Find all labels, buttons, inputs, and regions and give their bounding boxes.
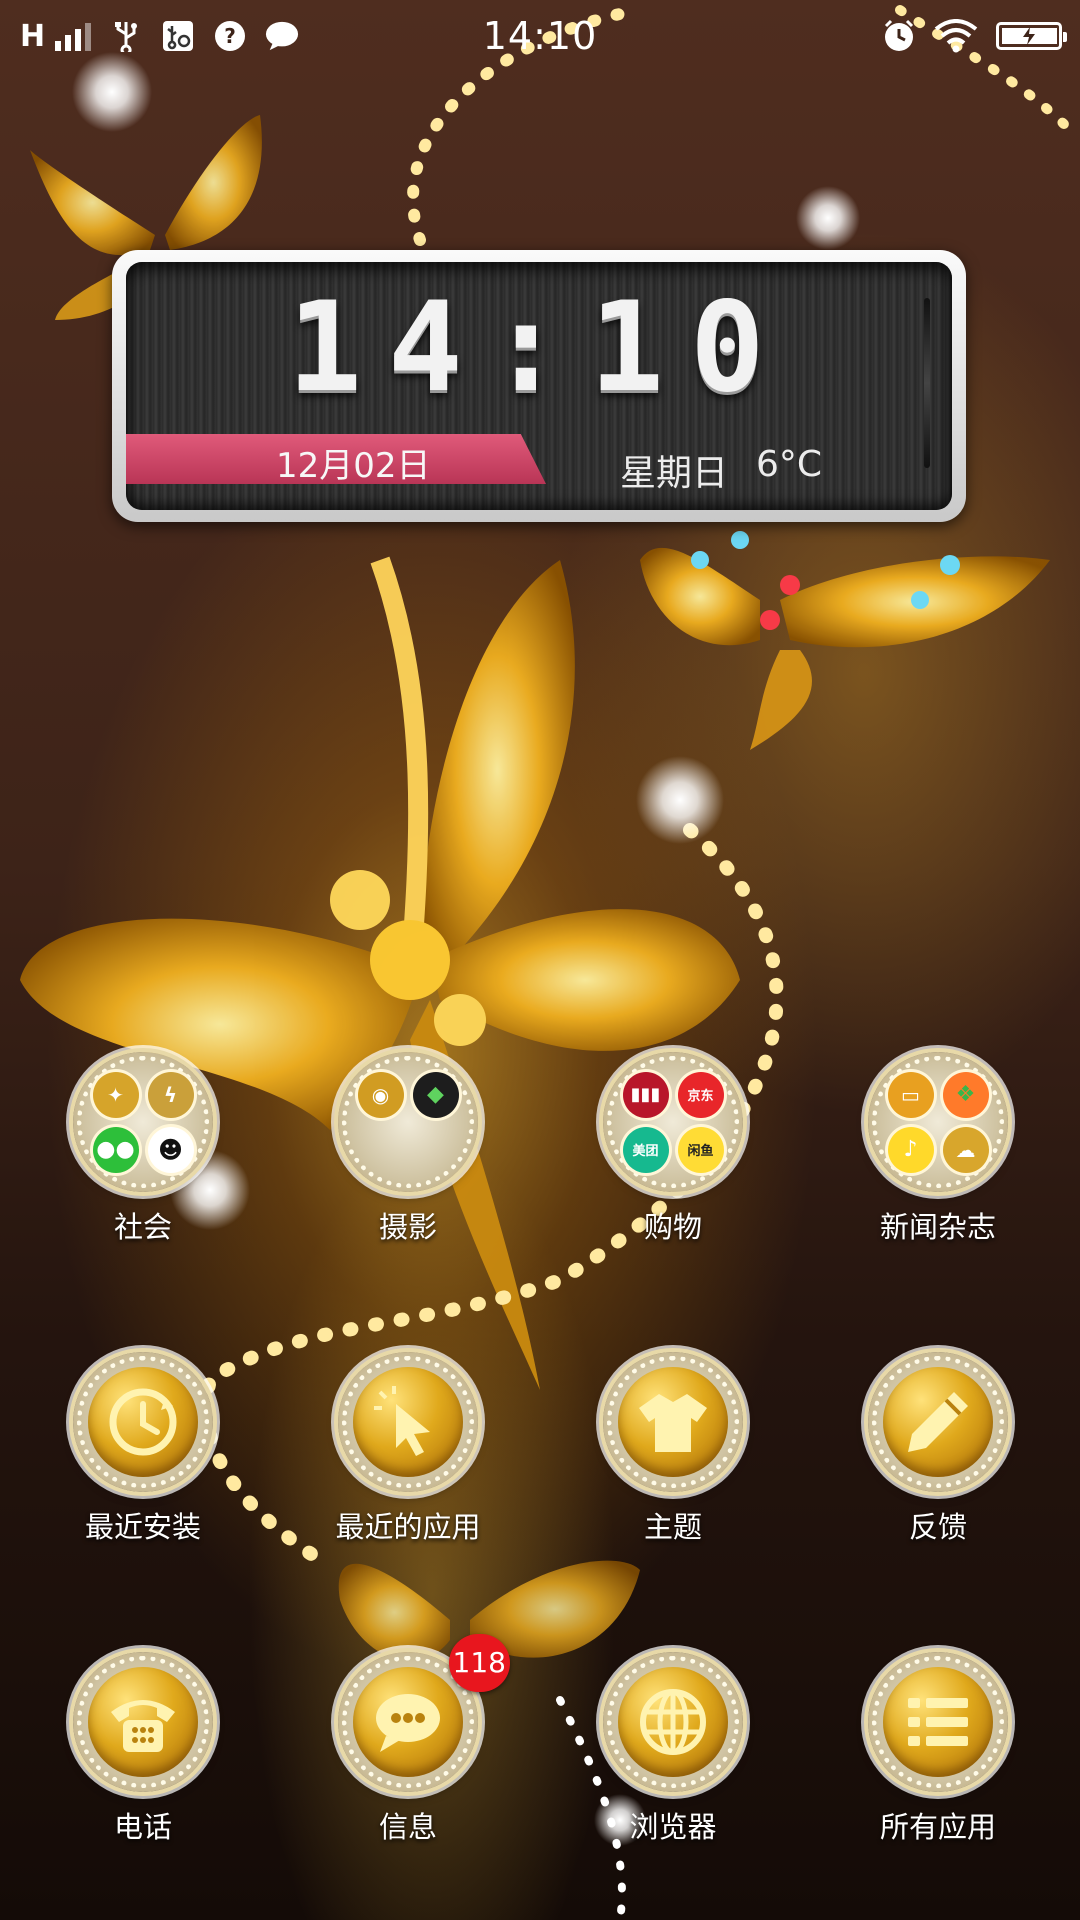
folder-photography[interactable]: ◉ ◆ 摄影 xyxy=(298,1052,518,1246)
tshirt-icon xyxy=(639,1394,707,1452)
widget-time[interactable]: 14:10 xyxy=(126,276,952,420)
chat-icon xyxy=(376,1694,440,1752)
music-app-icon: ♪ xyxy=(887,1126,934,1173)
wifi-icon xyxy=(934,19,978,53)
widget-weekday: 星期日 xyxy=(620,453,729,494)
barcode-app-icon: ▮▮▮ xyxy=(622,1071,669,1118)
clock-icon xyxy=(109,1388,177,1456)
app-messages[interactable]: 118 信息 xyxy=(298,1634,518,1846)
app-label: 电话 xyxy=(113,1810,172,1844)
folder-label: 新闻杂志 xyxy=(879,1210,996,1244)
list-icon xyxy=(908,1698,968,1746)
status-bar[interactable]: H ? 14:10 xyxy=(0,0,1080,72)
cursor-icon xyxy=(374,1386,430,1456)
folder-news-magazines[interactable]: ▭ ❖ ♪ ☁ 新闻杂志 xyxy=(828,1052,1048,1246)
phone-icon xyxy=(111,1700,175,1752)
app-recently-installed[interactable]: 最近安装 xyxy=(33,1352,253,1546)
widget-divider xyxy=(924,298,930,468)
folder-ring: ✦ ϟ ●● ☻ xyxy=(73,1052,213,1192)
app-label: 最近的应用 xyxy=(335,1510,481,1544)
magazine-app-icon: ❖ xyxy=(942,1071,989,1118)
folder-label: 摄影 xyxy=(378,1210,437,1244)
app-themes[interactable]: 主题 xyxy=(563,1352,783,1546)
folder-ring: ▮▮▮ 京东 美团 闲鱼 xyxy=(603,1052,743,1192)
app-feedback[interactable]: 反馈 xyxy=(828,1352,1048,1546)
folder-shopping[interactable]: ▮▮▮ 京东 美团 闲鱼 购物 xyxy=(563,1052,783,1246)
jeweled-butterfly xyxy=(640,531,1050,750)
tool-app-icon: ✦ xyxy=(92,1071,139,1118)
xianyu-app-icon: 闲鱼 xyxy=(677,1126,724,1173)
app-phone[interactable]: 电话 xyxy=(33,1652,253,1846)
app-label: 所有应用 xyxy=(879,1810,996,1844)
large-gold-butterfly xyxy=(20,556,740,1390)
app-label: 浏览器 xyxy=(629,1810,717,1844)
app-label: 信息 xyxy=(378,1810,437,1844)
app-label: 反馈 xyxy=(908,1510,967,1544)
jd-app-icon: 京东 xyxy=(677,1071,724,1118)
reader-app-icon: ▭ xyxy=(887,1071,934,1118)
app-browser[interactable]: 浏览器 xyxy=(563,1652,783,1846)
folder-ring: ▭ ❖ ♪ ☁ xyxy=(868,1052,1008,1192)
folder-label: 社会 xyxy=(113,1210,172,1244)
alarm-icon xyxy=(882,19,916,53)
app-label: 主题 xyxy=(643,1510,702,1544)
messenger-app-icon: ϟ xyxy=(147,1071,194,1118)
folder-ring: ◉ ◆ xyxy=(338,1052,478,1192)
wechat-app-icon: ●● xyxy=(92,1126,139,1173)
meituan-app-icon: 美团 xyxy=(622,1126,669,1173)
app-recent-apps[interactable]: 最近的应用 xyxy=(298,1352,518,1546)
widget-temperature[interactable]: 6°C xyxy=(756,444,822,485)
camera-app-icon: ◉ xyxy=(357,1071,404,1118)
unread-badge: 118 xyxy=(448,1634,510,1692)
snapseed-app-icon: ◆ xyxy=(412,1071,459,1118)
app-label: 最近安装 xyxy=(84,1510,201,1544)
globe-icon xyxy=(640,1689,706,1755)
battery-charging-icon xyxy=(996,22,1067,50)
qq-app-icon: ☻ xyxy=(147,1126,194,1173)
pencil-icon xyxy=(908,1392,968,1452)
folder-label: 购物 xyxy=(643,1210,702,1244)
folder-social[interactable]: ✦ ϟ ●● ☻ 社会 xyxy=(33,1052,253,1246)
widget-date[interactable]: 12月02日 xyxy=(276,438,431,487)
app-all-apps[interactable]: 所有应用 xyxy=(828,1652,1048,1846)
clock-weather-widget[interactable]: 14:10 12月02日 星期日 6°C xyxy=(112,250,966,522)
cloud-app-icon: ☁ xyxy=(942,1126,989,1173)
